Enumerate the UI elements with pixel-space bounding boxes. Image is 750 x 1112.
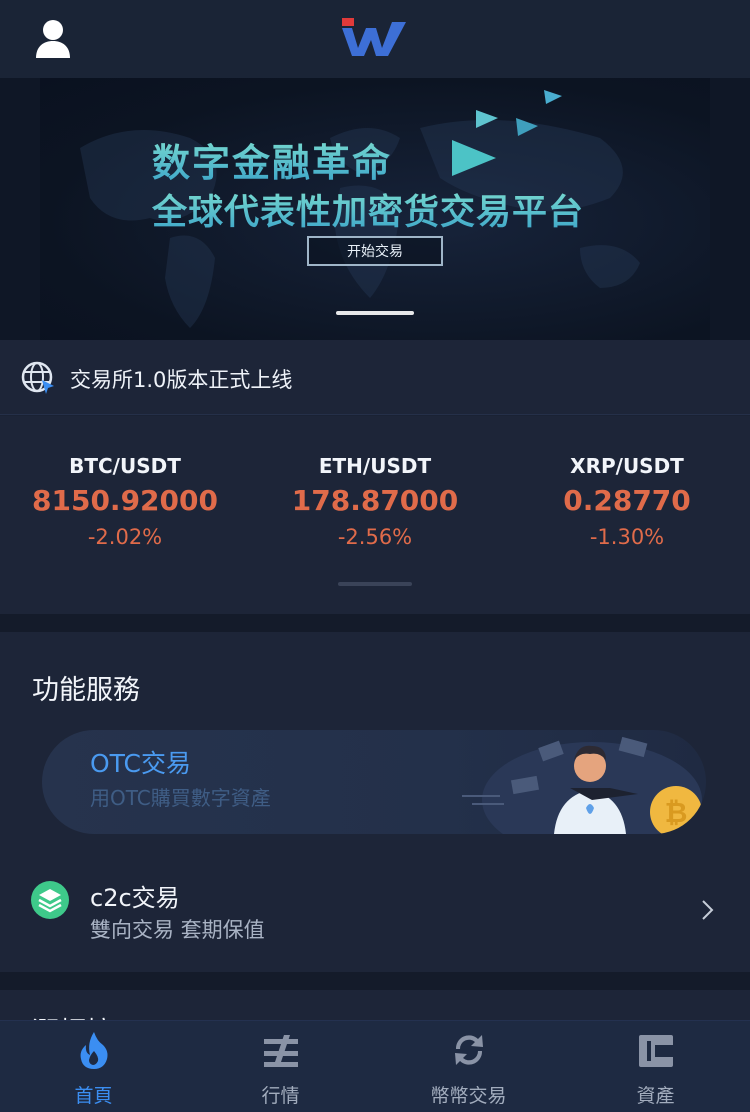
ticker-eth[interactable]: ETH/USDT 178.87000 -2.56%: [250, 452, 500, 552]
user-icon[interactable]: [32, 18, 74, 60]
tab-label: 幣幣交易: [430, 1085, 507, 1107]
promo-banner[interactable]: 数字金融革命 全球代表性加密货交易平台 开始交易: [0, 78, 750, 340]
app-logo: [342, 18, 408, 58]
carousel-indicator[interactable]: [336, 311, 414, 315]
ticker-pair: ETH/USDT: [318, 454, 432, 478]
tab-home[interactable]: 首頁: [0, 1021, 187, 1112]
banner-title-line2: 全球代表性加密货交易平台: [152, 184, 584, 235]
ticker-change: -2.02%: [87, 525, 163, 549]
ticker-xrp[interactable]: XRP/USDT 0.28770 -1.30%: [502, 452, 750, 552]
trader-illustration: ₿: [462, 736, 702, 834]
layers-icon: [30, 880, 70, 920]
play-arrow-icon: [452, 140, 496, 176]
c2c-subtitle: 雙向交易 套期保值: [90, 918, 265, 942]
section-title: 功能服務: [32, 675, 140, 706]
ticker-price: 8150.92000: [32, 484, 218, 517]
ticker-page-indicator: [338, 582, 412, 586]
tab-label: 首頁: [74, 1085, 113, 1107]
exchange-icon: [448, 1029, 490, 1071]
tab-label: 資產: [636, 1085, 675, 1107]
chevron-right-icon: [700, 898, 716, 922]
chart-icon: [260, 1029, 302, 1071]
svg-text:₿: ₿: [665, 796, 688, 829]
otc-title: OTC交易: [90, 749, 191, 778]
flame-icon: [73, 1029, 115, 1071]
tab-market[interactable]: 行情: [187, 1021, 374, 1112]
otc-trading-card[interactable]: OTC交易 用OTC購買數字資產 ₿: [42, 730, 706, 834]
tab-label: 行情: [261, 1085, 300, 1107]
banner-prev-slide: [0, 78, 40, 340]
market-tickers: BTC/USDT 8150.92000 -2.02% ETH/USDT 178.…: [0, 416, 750, 614]
otc-subtitle: 用OTC購買數字資產: [90, 786, 271, 810]
banner-slide: 数字金融革命 全球代表性加密货交易平台 开始交易: [40, 78, 710, 340]
c2c-title: c2c交易: [90, 884, 180, 912]
tab-assets[interactable]: 資產: [562, 1021, 749, 1112]
ticker-btc[interactable]: BTC/USDT 8150.92000 -2.02%: [0, 452, 250, 552]
top-bar: [0, 0, 750, 78]
tab-exchange[interactable]: 幣幣交易: [375, 1021, 562, 1112]
banner-next-slide: [710, 78, 750, 340]
bottom-tab-bar: 首頁 行情 幣幣交易 資產: [0, 1020, 750, 1112]
wallet-icon: [635, 1029, 677, 1071]
ticker-pair: XRP/USDT: [570, 454, 684, 478]
ticker-price: 0.28770: [563, 484, 691, 517]
start-trading-button[interactable]: 开始交易: [307, 236, 443, 266]
banner-title-line1: 数字金融革命: [152, 132, 392, 187]
ticker-price: 178.87000: [291, 484, 459, 517]
globe-icon: [20, 360, 58, 396]
announcement-text: 交易所1.0版本正式上线: [70, 368, 293, 392]
section-divider: [0, 972, 750, 990]
ticker-pair: BTC/USDT: [69, 454, 181, 478]
section-divider: [0, 614, 750, 632]
services-section: 功能服務 OTC交易 用OTC購買數字資產 ₿ c2c交易 雙向交易 套期保值: [0, 632, 750, 972]
ticker-change: -1.30%: [589, 525, 665, 549]
announcement-bar[interactable]: 交易所1.0版本正式上线: [0, 340, 750, 415]
c2c-trading-item[interactable]: c2c交易 雙向交易 套期保值: [0, 868, 750, 948]
ticker-change: -2.56%: [337, 525, 413, 549]
